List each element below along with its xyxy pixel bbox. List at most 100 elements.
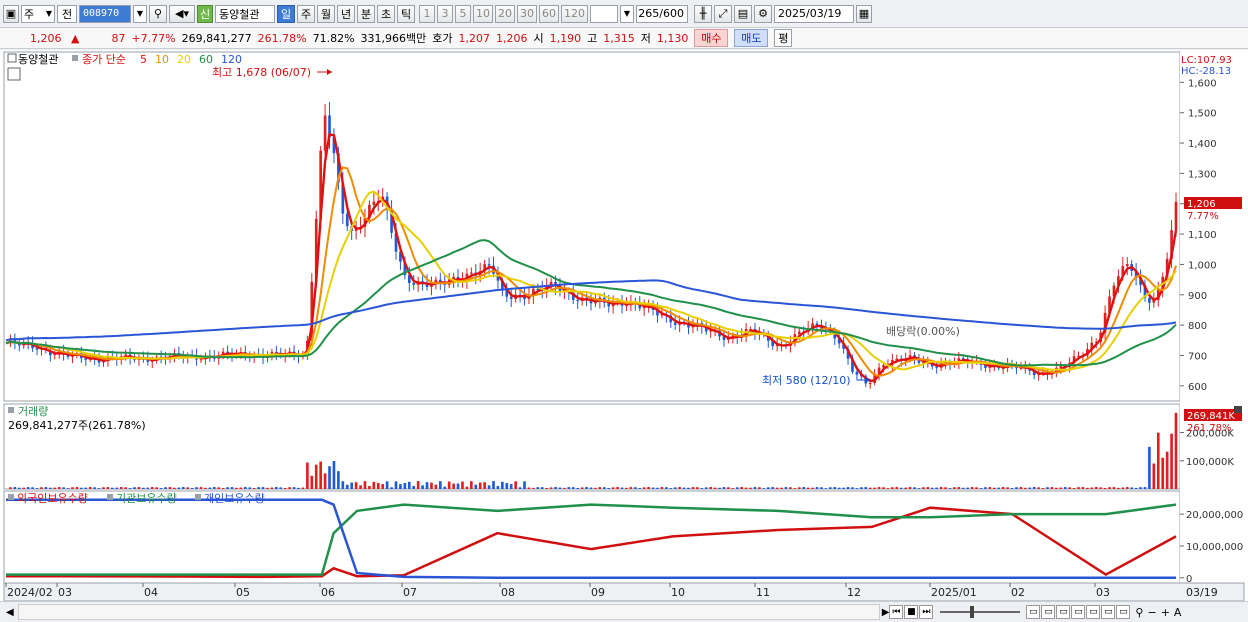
scroll-left-icon[interactable]: ◀ [6,607,14,618]
candle-body [576,299,580,301]
interval-tab-20[interactable]: 20 [495,4,515,23]
high-price: 1,315 [603,31,635,45]
stock-name-field[interactable]: 동양철관 [215,4,275,23]
code-dropdown[interactable]: ▼ [133,4,147,23]
eval-button[interactable]: 평 [774,29,793,47]
layout-icon-6[interactable]: ▭ [1101,605,1116,619]
count-max: /600 [659,7,684,20]
period-tab-6[interactable]: 틱 [397,4,415,23]
candle-body [855,371,859,375]
volume-bar [390,487,393,489]
period-tab-5[interactable]: 초 [377,4,395,23]
stock-chart[interactable]: 1,6001,5001,4001,3001,2001,1001,00090080… [0,50,1248,601]
volume-current-text: 269,841K [1187,411,1235,422]
period-tab-4[interactable]: 분 [357,4,375,23]
first-icon[interactable]: ⏮ [889,605,904,619]
volume-bar [447,481,451,489]
volume-bar [860,487,863,489]
grid-icon[interactable] [7,67,21,81]
volume-bar [802,487,806,489]
stock-code-input[interactable]: 008970 [79,4,131,23]
stop-icon[interactable]: ■ [904,605,919,619]
high-annotation: 최고 1,678 (06/07) [212,66,311,79]
volume-bar [399,484,402,489]
period-tab-1[interactable]: 주 [297,4,315,23]
calendar-icon[interactable]: ▦ [856,4,872,23]
zoom-handle[interactable] [970,606,975,618]
volume-bar [651,487,655,489]
horizontal-scrollbar[interactable] [17,604,880,620]
layout-icon-7[interactable]: ▭ [1116,605,1131,619]
save-icon[interactable]: ▤ [734,4,752,23]
gear-icon[interactable]: ⚙ [754,4,772,23]
zoom-icon[interactable]: ⚲ [1135,606,1143,619]
interval-tab-5[interactable]: 5 [455,4,471,23]
price-tick-label: 900 [1188,291,1207,302]
panel-toggle-icon[interactable] [7,53,17,63]
count-input[interactable]: 265/600 [636,4,688,23]
period-tab-0[interactable]: 일 [277,4,295,23]
volume-bar [181,487,185,489]
volume-bar [868,487,872,489]
exchange-select[interactable]: 전 [57,4,77,23]
volume-bar [797,487,801,489]
price-value: 1,206 [30,31,62,45]
chart-area[interactable]: 1,6001,5001,4001,3001,2001,1001,00090080… [0,50,1248,603]
interval-tab-1[interactable]: 1 [419,4,435,23]
volume-bar [470,481,473,489]
volume-bar [243,487,247,489]
volume-bar [438,481,442,489]
draw-icon[interactable]: ⤢ [714,4,732,23]
volume-bar [1094,487,1098,489]
interval-tab-60[interactable]: 60 [539,4,559,23]
volume-bar [784,487,788,489]
layout-icon-1[interactable]: ▭ [1026,605,1041,619]
volume-bar [563,487,566,489]
volume-bar [150,487,154,489]
volume-bar [571,487,575,489]
volume-bar [642,487,646,489]
interval-dropdown[interactable]: ▼ [620,4,634,23]
interval-tab-10[interactable]: 10 [473,4,493,23]
volume-bar [1090,487,1094,489]
interval-tab-3[interactable]: 3 [437,4,453,23]
layout-icon-2[interactable]: ▭ [1041,605,1056,619]
layout-icon-3[interactable]: ▭ [1056,605,1071,619]
market-select[interactable]: 주 ▼ [21,4,55,23]
interval-tab-30[interactable]: 30 [517,4,537,23]
volume-tick-label: 100,000K [1186,457,1234,468]
date-input[interactable]: 2025/03/19 [774,4,854,23]
layout-icon-4[interactable]: ▭ [1071,605,1086,619]
volume-bar [430,482,433,489]
period-tab-2[interactable]: 월 [317,4,335,23]
interval-tab-120[interactable]: 120 [561,4,588,23]
window-icon[interactable]: ▣ [3,4,19,23]
buy-button[interactable]: 매수 [694,29,729,47]
volume-bar [35,488,39,489]
volume-bar [66,488,70,489]
zoom-out-icon[interactable]: − [1147,606,1156,619]
volume-bar [922,487,925,489]
quote-bar: 1,206 ▲ 87 +7.77% 269,841,277 261.78% 71… [0,28,1248,49]
candle-icon[interactable]: ╫ [694,4,712,23]
last-icon[interactable]: ⏭ [919,605,934,619]
scroll-right-icon[interactable]: ▶ [882,607,890,618]
zoom-in-icon[interactable]: + [1161,606,1170,619]
speaker-icon[interactable]: ◀▾ [169,4,195,23]
font-size-icon[interactable]: A [1174,606,1182,619]
volume-bar [292,487,296,489]
volume-bar [252,488,256,489]
volume-bar [864,487,868,489]
sell-button[interactable]: 매도 [734,29,769,47]
period-tab-3[interactable]: 년 [337,4,355,23]
search-icon[interactable]: ⚲ [149,4,167,23]
layout-icon-5[interactable]: ▭ [1086,605,1101,619]
interval-input[interactable] [590,4,618,23]
volume-bar [119,487,123,489]
volume-bar [855,488,859,489]
volume-bar [740,487,744,489]
maximize-icon[interactable] [1234,406,1242,413]
zoom-slider[interactable] [940,606,1021,618]
open-label: 시 [533,32,544,45]
market-label: 주 [24,7,35,21]
